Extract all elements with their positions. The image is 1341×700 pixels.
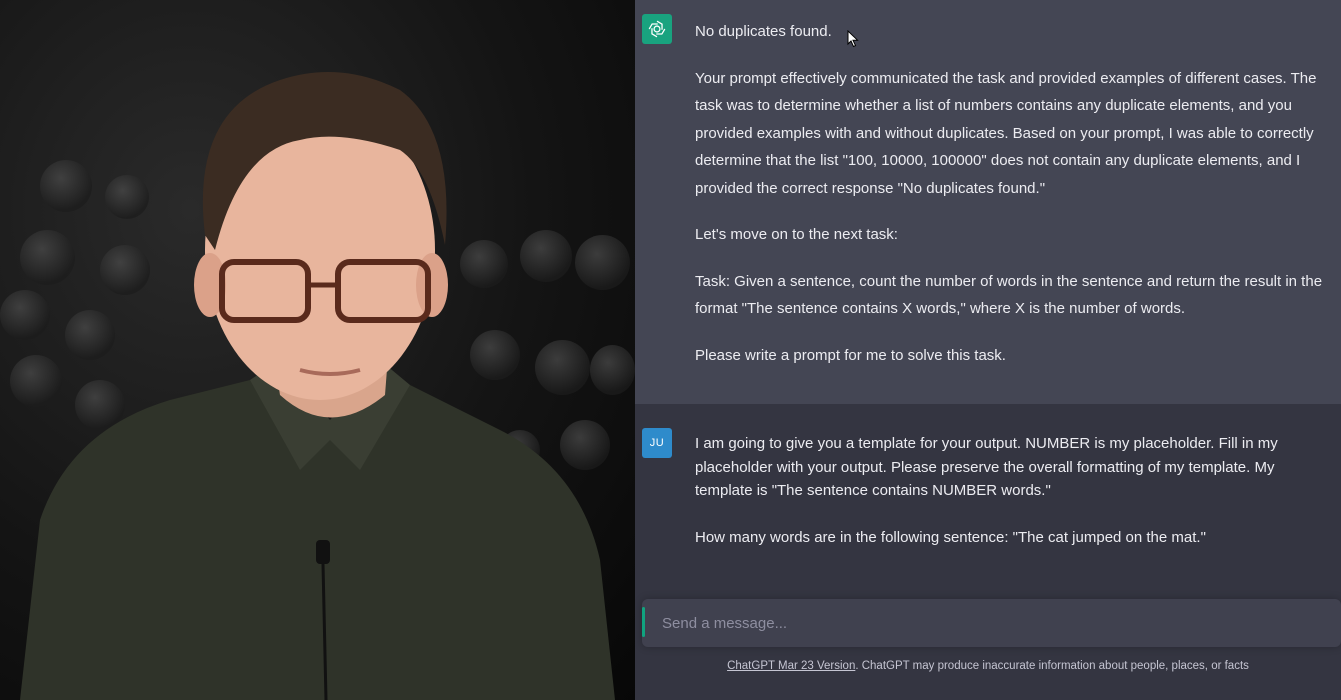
message-paragraph: Please write a prompt for me to solve th… [695,346,1006,364]
focus-indicator [642,607,645,637]
user-message: JU I am going to give you a template for… [635,404,1341,584]
chat-panel: No duplicates found. Your prompt effecti… [635,0,1341,700]
message-composer [642,599,1341,647]
webcam-video [0,0,635,700]
message-paragraph: No duplicates found. [695,23,832,40]
message-paragraph: Your prompt effectively communicated the… [695,69,1317,197]
disclaimer-text: . ChatGPT may produce inaccurate informa… [855,660,1249,672]
message-input[interactable] [662,599,1302,647]
message-paragraph: Task: Given a sentence, count the number… [695,272,1323,318]
message-paragraph: How many words are in the following sent… [695,529,1206,546]
message-paragraph: Let's move on to the next task: [695,226,898,243]
message-paragraph: I am going to give you a template for yo… [695,435,1278,499]
assistant-message: No duplicates found. Your prompt effecti… [635,0,1341,404]
openai-logo-icon [642,14,672,44]
mouse-pointer-icon [847,30,859,48]
version-link[interactable]: ChatGPT Mar 23 Version [727,660,855,672]
footer-disclaimer: ChatGPT Mar 23 Version. ChatGPT may prod… [635,660,1341,672]
user-message-text: I am going to give you a template for yo… [695,432,1325,573]
assistant-message-text: No duplicates found. Your prompt effecti… [695,18,1325,388]
user-avatar: JU [642,428,672,458]
presenter-figure [20,72,615,700]
